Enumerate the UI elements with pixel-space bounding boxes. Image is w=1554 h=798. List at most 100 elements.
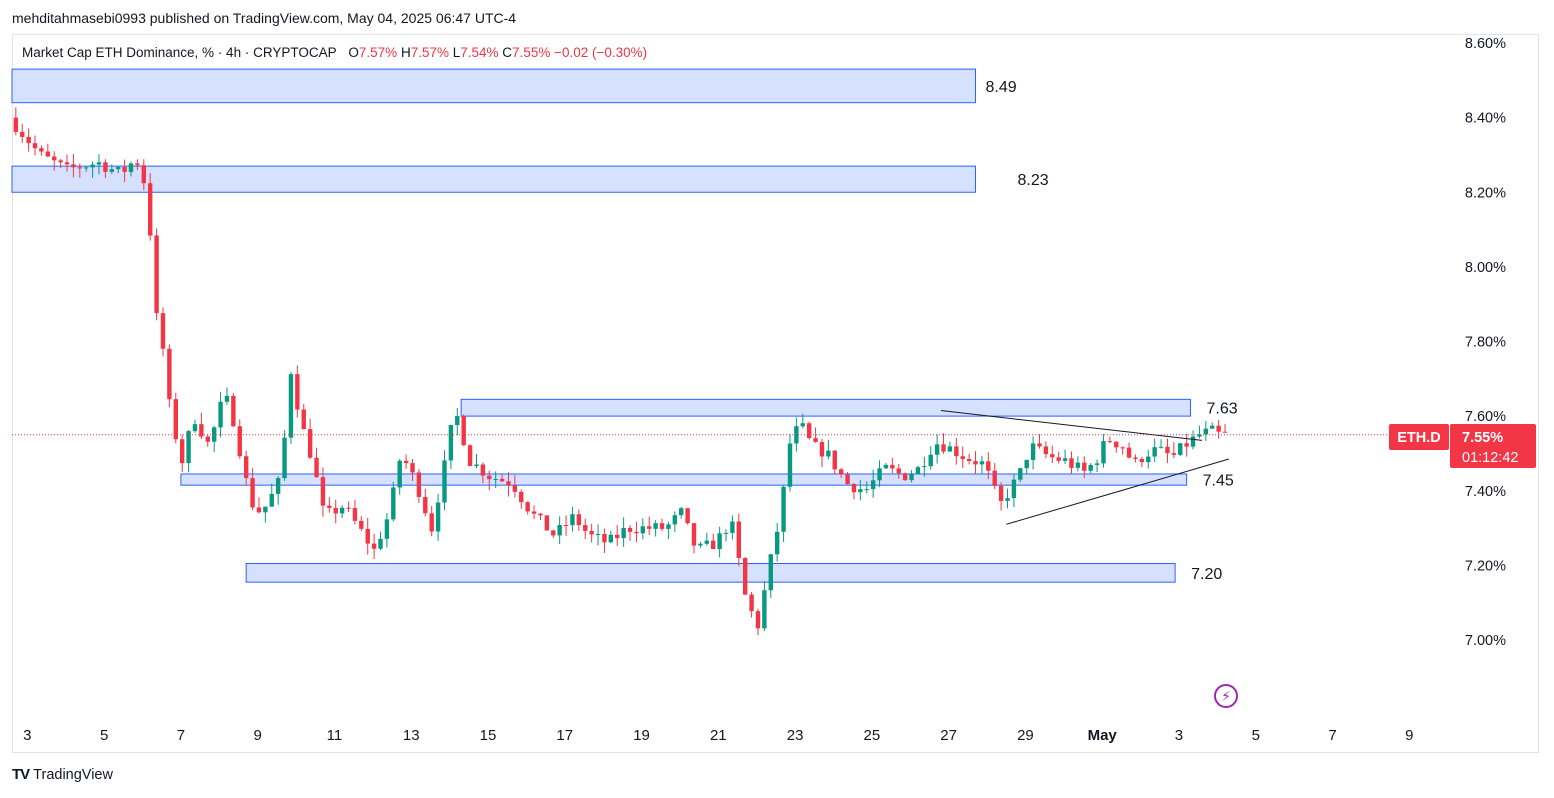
candle [314,457,319,478]
candle [1094,463,1100,465]
candle [1139,458,1145,463]
candle [730,521,735,533]
candle [173,399,178,440]
candle [1158,446,1164,448]
candle [819,441,825,457]
y-tick-label: 8.00% [1465,260,1506,276]
candle [282,437,287,479]
candle [992,470,997,486]
candle [160,313,166,349]
candle [1120,447,1125,449]
candle [1050,454,1055,458]
candle [493,478,498,480]
candle [531,511,537,514]
candle [583,525,588,531]
y-tick-label: 7.00% [1465,633,1506,649]
candle [615,534,620,539]
candle [679,508,684,516]
candle [20,131,25,137]
candle [1126,447,1132,458]
candle [864,489,869,491]
price-chart[interactable]: 8.49 8.23 7.63 7.45 7.20 8.60% 8.40% 8.20% 8.00… [0,0,1554,798]
candle [672,515,678,525]
candle [627,527,633,532]
candle [384,519,390,539]
candle [1222,431,1228,433]
candle [960,456,965,459]
candle [301,409,306,430]
zone-3 [180,473,1188,486]
candle [1165,446,1170,454]
legend-title: Market Cap ETH Dominance, % · 4h · CRYPT… [22,45,337,60]
candle [397,460,402,488]
zone-4 [245,563,1176,583]
candle [1178,443,1183,455]
candle [307,429,313,458]
candle [653,523,658,529]
x-tick-label: 7 [1328,727,1336,744]
x-tick-label: 3 [23,727,31,744]
candle [1075,462,1081,468]
candle [1088,464,1093,471]
candle [346,507,351,509]
candle [768,554,773,591]
candle [269,493,274,507]
candle [787,443,793,487]
candle [320,477,326,506]
candle [883,464,889,469]
candle [480,464,486,476]
x-tick-label: 25 [864,727,881,744]
candle [263,506,268,513]
candle [154,235,159,314]
candle [896,468,901,474]
x-tick-label: 17 [556,727,573,744]
candle [45,151,51,157]
candle [179,439,185,464]
candle [122,167,127,172]
candle [1107,441,1113,443]
candle [973,461,978,465]
candle [141,165,146,184]
candle [90,164,95,168]
candle [71,164,76,168]
candle [403,460,409,464]
candle [365,528,370,544]
candle [595,533,601,535]
candle [570,514,575,526]
candle [1133,457,1138,459]
candle [327,505,332,508]
candle [371,543,377,549]
candle [519,491,524,503]
candle [1146,456,1151,463]
tradingview-logo[interactable]: TV TradingView [12,766,113,783]
candle [39,148,44,152]
candle [1069,458,1074,468]
candle [84,167,89,169]
candle [806,423,812,439]
candle [1030,443,1036,460]
candle [711,540,716,549]
candle [211,427,217,442]
candle [192,424,198,432]
candle [487,475,492,480]
legend-open-value: 7.57% [358,45,398,60]
candle [499,478,505,482]
candle [934,444,940,455]
zone-0 [11,68,977,104]
y-tick-label: 8.20% [1465,185,1506,201]
candle [704,540,710,544]
candle [448,425,454,461]
candle [544,515,550,531]
x-tick-label: 5 [1252,727,1260,744]
candle [167,348,172,400]
lightning-icon[interactable]: ⚡ [1214,684,1238,708]
price-badge: ETH.D 7.55% 01:12:42 [1389,424,1536,468]
candle [941,444,946,452]
zones-layer: 8.49 8.23 7.63 7.45 7.20 [11,68,1238,583]
candle [1190,436,1196,447]
candle [557,525,562,536]
symbol-badge: ETH.D [1397,430,1441,446]
legend-close-label: C [502,45,513,60]
candle [96,162,102,165]
x-tick-label: 15 [480,727,497,744]
